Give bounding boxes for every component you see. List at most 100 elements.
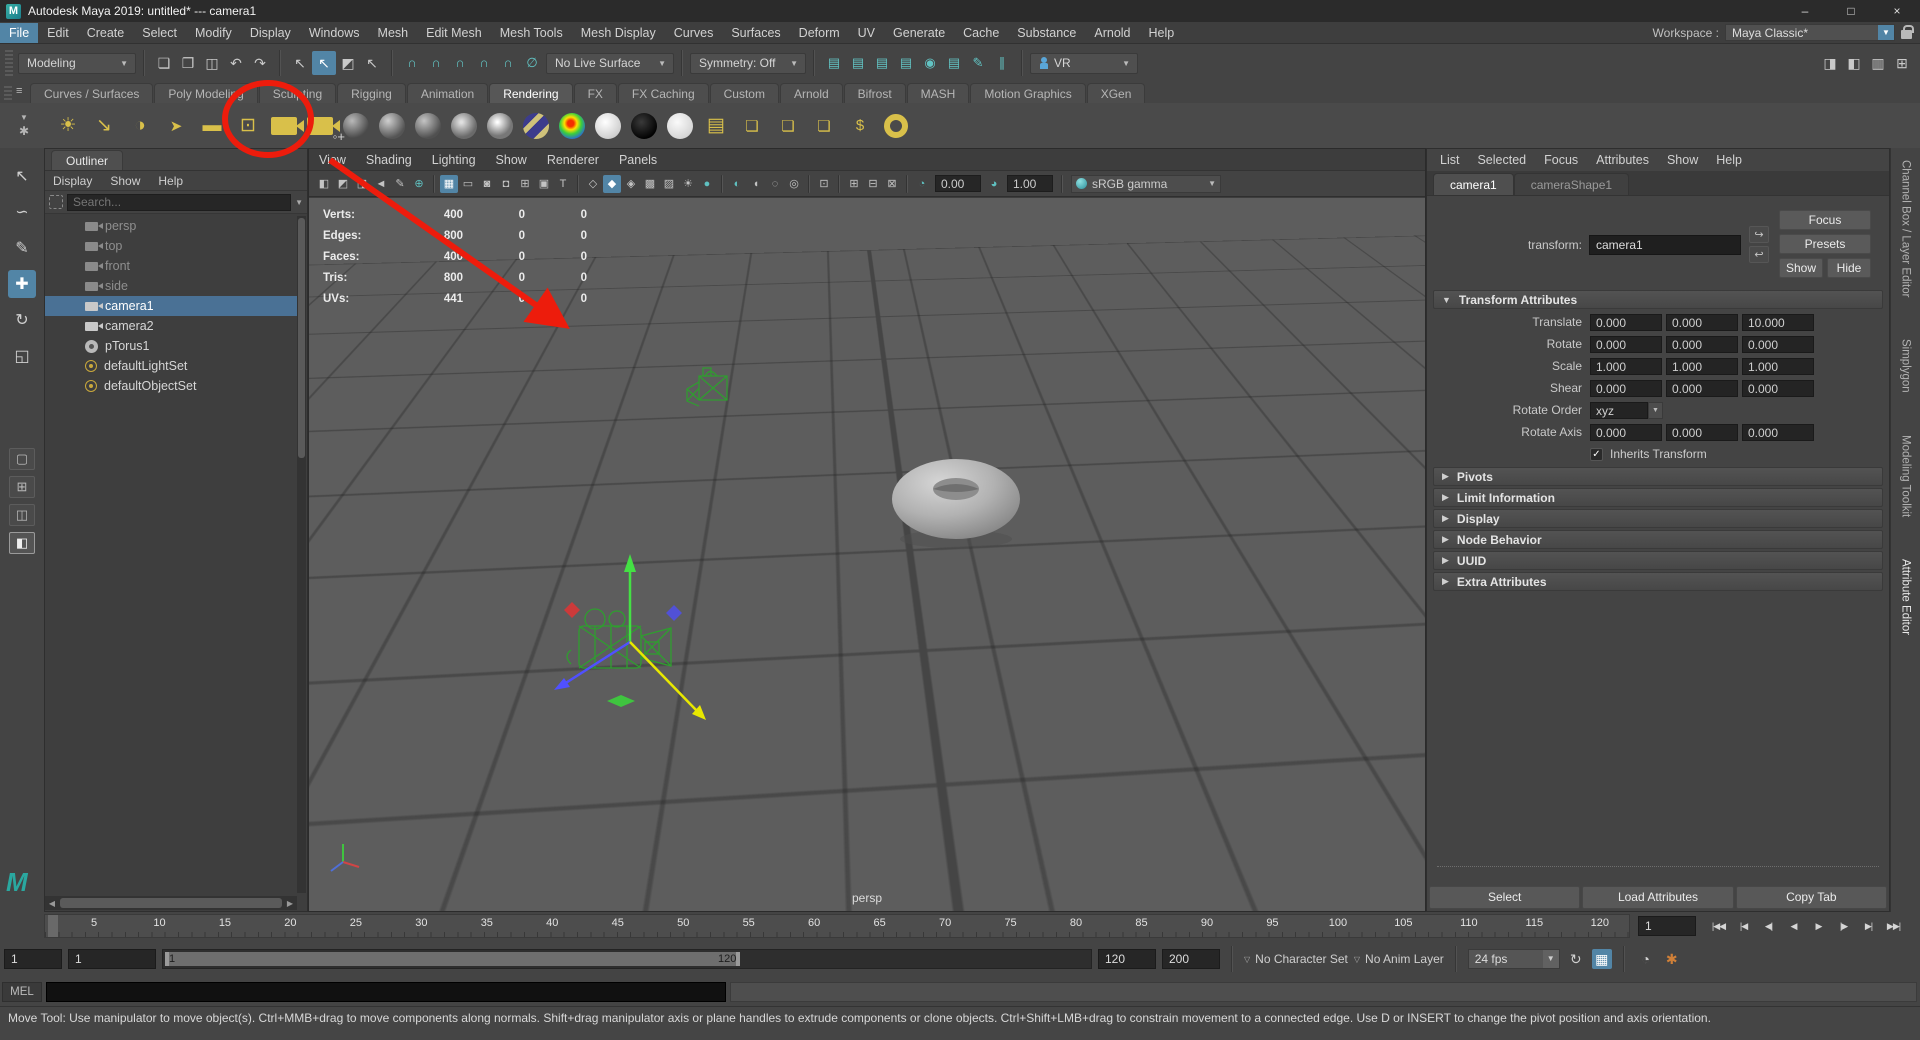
menu-item[interactable]: Help (1140, 23, 1184, 43)
outliner-tab[interactable]: Outliner (51, 150, 123, 170)
smooth-shade-icon[interactable]: ◆ (603, 175, 621, 193)
render-settings-shelf-icon[interactable]: ▤ (700, 110, 732, 142)
menu-item[interactable]: Curves (665, 23, 723, 43)
section-transform-attributes[interactable]: ▼ Transform Attributes (1433, 290, 1883, 309)
command-response-area[interactable] (730, 982, 1917, 1002)
outliner-item[interactable]: front (45, 256, 297, 276)
outliner-item[interactable]: top (45, 236, 297, 256)
wireframe-on-shaded-icon[interactable]: ▨ (660, 175, 678, 193)
value-z-field[interactable]: 1.000 (1742, 358, 1814, 375)
toolbar-grip[interactable] (5, 50, 13, 76)
symmetry-select[interactable]: Symmetry: Off▼ (690, 53, 806, 74)
paint-effects-icon[interactable]: ✎ (966, 51, 990, 75)
timeline-track[interactable]: 5101520253035404550556065707580859095100… (44, 914, 1630, 938)
live-surface-select[interactable]: No Live Surface▼ (546, 53, 674, 74)
anisotropic-icon[interactable] (376, 110, 408, 142)
set-range-icon[interactable]: $ (844, 110, 876, 142)
outliner-menu-item[interactable]: Show (102, 172, 148, 190)
character-set-select[interactable]: ▽ No Character Set (1244, 952, 1348, 966)
menu-item[interactable]: Windows (300, 23, 369, 43)
select-camera-icon[interactable]: ◧ (315, 175, 333, 193)
shelf-tab[interactable]: Rigging (337, 83, 406, 103)
shelf-tab[interactable]: FX Caching (618, 83, 709, 103)
open-render-view-icon[interactable]: ▤ (822, 51, 846, 75)
rotate-axis-x-field[interactable]: 0.000 (1590, 424, 1662, 441)
menu-item[interactable]: Mesh Display (572, 23, 665, 43)
step-back-frame-button[interactable]: ◀| (1756, 916, 1781, 936)
go-to-start-button[interactable]: |◀◀ (1706, 916, 1731, 936)
new-scene-icon[interactable]: ❏ (152, 51, 176, 75)
play-forwards-button[interactable]: ▶ (1806, 916, 1831, 936)
animation-end-field[interactable]: 200 (1162, 949, 1220, 969)
safe-action-icon[interactable]: ▣ (535, 175, 553, 193)
menu-item[interactable]: Mesh Tools (491, 23, 572, 43)
render-settings-icon[interactable]: ▤ (942, 51, 966, 75)
layered-shader-icon[interactable] (520, 110, 552, 142)
rotate-axis-y-field[interactable]: 0.000 (1666, 424, 1738, 441)
focus-button[interactable]: Focus (1779, 210, 1871, 230)
shelf-menu-icon[interactable]: ≡ (16, 85, 28, 99)
hypershade-icon[interactable]: ◉ (918, 51, 942, 75)
collapsed-section-header[interactable]: ▶ Pivots (1433, 467, 1883, 486)
select-tool-icon[interactable]: ↖ (8, 162, 36, 190)
shelf-tab[interactable]: XGen (1087, 83, 1146, 103)
shelf-tab[interactable]: Custom (710, 83, 779, 103)
value-x-field[interactable]: 0.000 (1590, 380, 1662, 397)
hide-button[interactable]: Hide (1827, 258, 1871, 278)
four-pane-layout-icon[interactable]: ⊞ (9, 476, 35, 498)
film-gate-icon[interactable]: ▭ (459, 175, 477, 193)
presets-button[interactable]: Presets (1779, 234, 1871, 254)
attribute-editor-menu-item[interactable]: Focus (1535, 150, 1587, 170)
sidebar-vertical-tab[interactable]: Simplygon (1900, 339, 1912, 393)
playback-start-field[interactable]: 1 (68, 949, 156, 969)
value-x-field[interactable]: 0.000 (1590, 314, 1662, 331)
all-lights-icon[interactable]: ◐ (728, 175, 746, 193)
shadow-matte-icon[interactable] (664, 110, 696, 142)
outliner-persp-layout-icon[interactable]: ◧ (9, 532, 35, 554)
menu-item[interactable]: UV (849, 23, 884, 43)
attribute-editor-menu-item[interactable]: Help (1707, 150, 1751, 170)
isolate-select-icon[interactable]: ⊡ (815, 175, 833, 193)
resolution-gate-icon[interactable]: ◙ (478, 175, 496, 193)
inherits-transform-checkbox[interactable]: ✓ (1590, 448, 1603, 461)
viewport-menu-item[interactable]: Lighting (422, 150, 486, 170)
step-forward-key-button[interactable]: ▶| (1856, 916, 1881, 936)
collapsed-section-header[interactable]: ▶ Limit Information (1433, 488, 1883, 507)
shelf-tab[interactable]: Rendering (489, 83, 572, 103)
viewport-menu-item[interactable]: Panels (609, 150, 667, 170)
footer-button[interactable]: Select (1429, 886, 1580, 909)
paint-select-tool-icon[interactable]: ✎ (8, 234, 36, 262)
menu-item[interactable]: File (0, 23, 38, 43)
shelf-tab[interactable]: Bifrost (844, 83, 906, 103)
value-y-field[interactable]: 0.000 (1666, 380, 1738, 397)
gamma-field[interactable]: 1.00 (1007, 175, 1053, 192)
outliner-item[interactable]: camera2 (45, 316, 297, 336)
current-frame-marker[interactable] (48, 915, 58, 937)
silhouette-icon[interactable]: ● (698, 175, 716, 193)
phong-icon[interactable] (484, 110, 516, 142)
use-background-icon[interactable] (628, 110, 660, 142)
paste-pane-icon[interactable]: ⊟ (864, 175, 882, 193)
animation-preferences-icon[interactable]: ✱ (1662, 949, 1682, 969)
bounding-box-icon[interactable]: ◈ (622, 175, 640, 193)
value-y-field[interactable]: 0.000 (1666, 314, 1738, 331)
value-x-field[interactable]: 1.000 (1590, 358, 1662, 375)
field-chart-icon[interactable]: ⊞ (516, 175, 534, 193)
filter-icon[interactable] (49, 195, 63, 209)
attribute-editor-menu-item[interactable]: Attributes (1587, 150, 1658, 170)
footer-button[interactable]: Load Attributes (1582, 886, 1733, 909)
lambert-icon[interactable] (448, 110, 480, 142)
attribute-editor-menu-item[interactable]: List (1431, 150, 1468, 170)
playback-loop-icon[interactable]: ↻ (1566, 949, 1586, 969)
vr-select[interactable]: VR▼ (1030, 53, 1138, 74)
play-backwards-button[interactable]: ◀ (1781, 916, 1806, 936)
shelf-selector-icon[interactable]: ▼ (20, 113, 28, 122)
outliner-item[interactable]: defaultObjectSet (45, 376, 297, 396)
menu-item[interactable]: Generate (884, 23, 954, 43)
occlusion-icon[interactable]: ◌ (766, 175, 784, 193)
menu-set-select[interactable]: Modeling▼ (18, 53, 136, 74)
volume-light-icon[interactable]: ⊡ (232, 110, 264, 142)
select-hierarchy-icon[interactable]: ↖ (288, 51, 312, 75)
value-x-field[interactable]: 0.000 (1590, 336, 1662, 353)
camera-attributes-icon[interactable]: ◨ (353, 175, 371, 193)
